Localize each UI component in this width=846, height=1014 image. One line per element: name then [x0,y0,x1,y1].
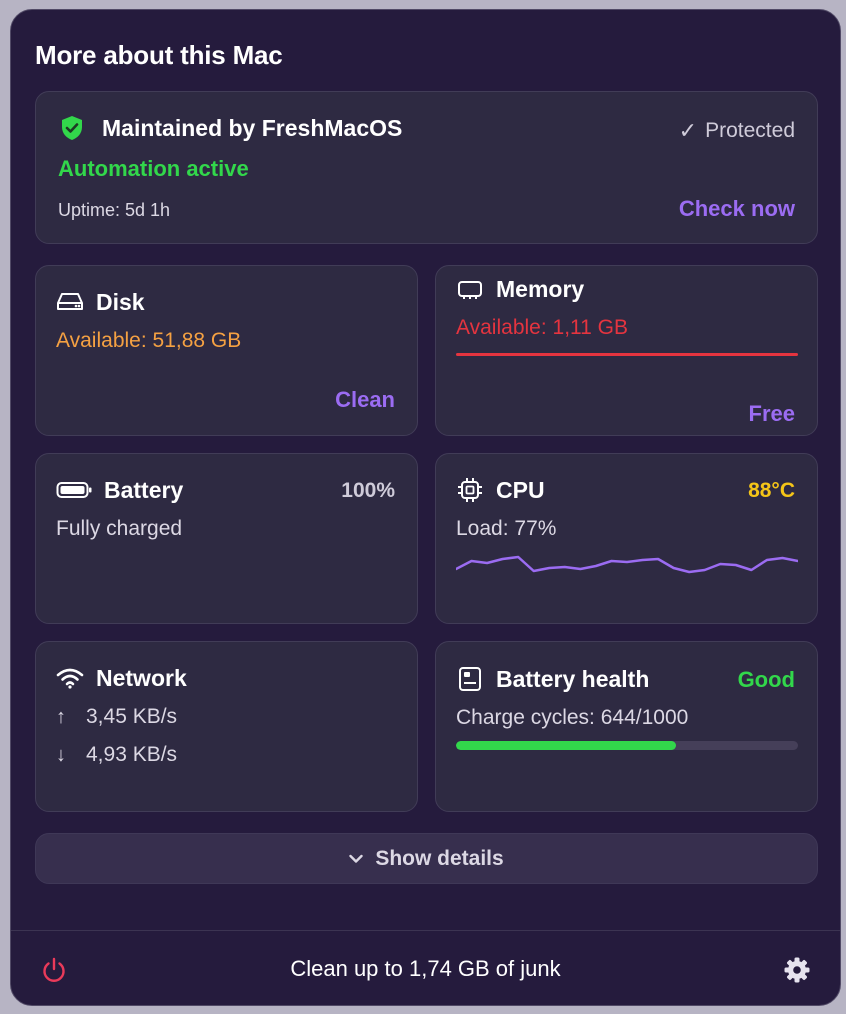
charge-cycles-fill [456,741,677,750]
arrow-up-icon: ↑ [56,705,66,728]
network-heading: Network [96,664,187,691]
maintenance-card: Maintained by FreshMacOS ✓ Protected Aut… [35,91,818,244]
battery-health-heading: Battery health [496,665,650,692]
uptime-text: Uptime: 5d 1h [58,200,171,220]
free-memory-button[interactable]: Free [749,401,795,427]
check-now-link[interactable]: Check now [679,196,795,222]
battery-heading: Battery [104,476,184,503]
cpu-card: CPU 88°C Load: 77% [435,453,818,624]
cpu-temperature: 88°C [748,479,795,502]
memory-card: Memory Available: 1,11 GB Free [435,265,818,436]
battery-health-icon [456,665,484,693]
network-card: Network ↑ 3,45 KB/s ↓ 4,93 KB/s [35,641,418,812]
protection-status: Protected [705,119,795,142]
memory-heading: Memory [496,275,585,302]
cpu-heading: CPU [496,476,545,503]
clean-disk-button[interactable]: Clean [335,387,395,413]
gear-icon[interactable] [782,955,812,985]
battery-status: Fully charged [56,517,183,540]
cpu-load-sparkline [456,555,798,574]
show-details-label: Show details [375,846,504,870]
battery-health-card: Battery health Good Charge cycles: 644/1… [435,641,818,812]
disk-heading: Disk [96,288,145,315]
mac-info-panel: More about this Mac Maintained by FreshM… [10,9,841,1006]
panel-title: More about this Mac [35,40,283,70]
memory-available: Available: 1,11 GB [456,316,628,339]
automation-status: Automation active [58,156,249,181]
disk-icon [56,288,84,316]
battery-percent: 100% [341,479,395,502]
disk-available: Available: 51,88 GB [56,329,242,352]
shield-icon [58,114,86,142]
footer-divider [11,930,840,931]
battery-icon [56,476,92,504]
memory-pressure-line [456,353,798,356]
checkmark-icon: ✓ [678,118,698,143]
upload-speed: 3,45 KB/s [86,705,178,728]
wifi-icon [56,664,84,692]
arrow-down-icon: ↓ [56,743,66,766]
disk-card: Disk Available: 51,88 GB Clean [35,265,418,436]
charge-cycles: Charge cycles: 644/1000 [456,706,689,729]
cpu-icon [456,476,484,504]
battery-health-rating: Good [737,667,795,692]
clean-up-junk-button[interactable]: Clean up to 1,74 GB of junk [11,956,840,982]
battery-card: Battery 100% Fully charged [35,453,418,624]
download-speed: 4,93 KB/s [86,743,178,766]
memory-icon [456,275,484,303]
chevron-down-icon [349,854,364,864]
cpu-load: Load: 77% [456,517,557,540]
cpu-load-line [456,555,798,574]
charge-cycles-track [456,741,798,750]
show-details-button[interactable]: Show details [35,833,818,884]
maintenance-heading: Maintained by FreshMacOS [102,114,403,141]
